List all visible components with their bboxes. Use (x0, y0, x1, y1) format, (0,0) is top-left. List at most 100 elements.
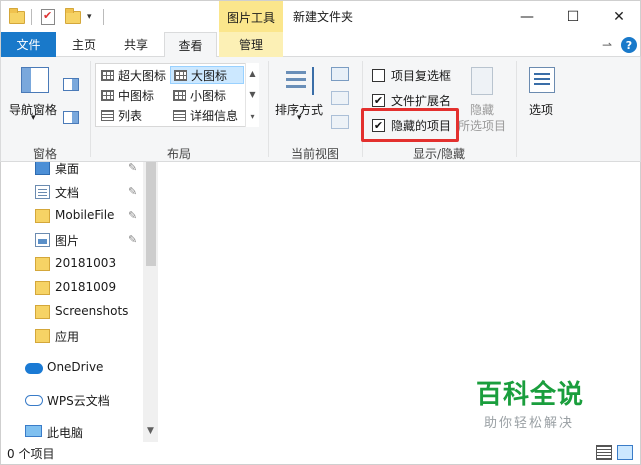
window-title: 新建文件夹 (293, 10, 354, 24)
layout-extra-large-icons[interactable]: 超大图标 (98, 66, 170, 84)
current-view-group-label: 当前视图 (290, 147, 339, 161)
nav-item-wps-cloud[interactable]: WPS云文档 (1, 388, 143, 412)
group-by-icon[interactable] (331, 67, 349, 81)
nav-item-desktop[interactable]: 桌面 ✎ (1, 162, 143, 180)
nav-item-20181009[interactable]: 20181009 (1, 276, 143, 300)
pin-icon[interactable]: ✎ (128, 185, 137, 198)
scroll-down-chevron-icon[interactable]: ▼ (147, 426, 154, 436)
panes-group-label: 窗格 (32, 147, 57, 161)
chevron-up-icon[interactable]: ▲ (249, 69, 255, 78)
customize-toolbar-chevron-down-icon[interactable]: ▾ (87, 7, 92, 27)
close-button[interactable]: ✕ (596, 1, 641, 33)
nav-item-label: MobileFile (55, 208, 115, 222)
nav-pane-scrollbar[interactable]: ▼ (143, 162, 158, 442)
ribbon-tabs: 文件 主页 共享 查看 管理 ⇀ ? (0, 32, 641, 58)
pictures-icon (35, 233, 50, 247)
nav-item-label: Screenshots (55, 304, 129, 318)
nav-item-label: 文档 (55, 186, 80, 200)
size-columns-icon[interactable] (331, 115, 349, 129)
layout-gallery-scroll[interactable]: ▲ ▼ ▾ (245, 63, 259, 127)
help-icon[interactable]: ? (621, 37, 637, 53)
layout-list[interactable]: 列表 (98, 106, 170, 124)
item-checkboxes-checkbox[interactable] (372, 69, 385, 82)
chevron-down-icon[interactable]: ▼ (249, 90, 255, 99)
tab-manage[interactable]: 管理 (219, 32, 283, 57)
watermark-title: 百科全说 (476, 380, 585, 410)
details-icon (173, 109, 186, 121)
status-bar: 0 个项目 (0, 442, 641, 465)
item-count: 0 个项目 (7, 447, 55, 461)
title-separator (103, 7, 104, 27)
layout-medium-label: 中图标 (118, 88, 155, 103)
layout-small-label: 小图标 (190, 88, 227, 103)
tab-home[interactable]: 主页 (59, 32, 109, 57)
options-button[interactable]: 选项 (529, 101, 553, 118)
hide-selected-label-line1[interactable]: 隐藏 (470, 101, 494, 118)
medium-icons-icon (101, 89, 114, 101)
hide-selected-label-line2[interactable]: 所选项目 (458, 117, 506, 134)
nav-item-label: OneDrive (47, 360, 104, 374)
nav-item-label: 应用 (55, 330, 80, 344)
quick-access-folder-icon[interactable] (9, 7, 25, 27)
tab-file[interactable]: 文件 (1, 32, 56, 57)
wps-cloud-icon (25, 395, 43, 406)
navigation-pane-chevron-down-icon[interactable]: ▾ (31, 113, 36, 123)
nav-item-pictures[interactable]: 图片 ✎ (1, 228, 143, 252)
hidden-items-highlight-box (361, 108, 459, 142)
hide-selected-icon[interactable] (471, 67, 493, 95)
expand-gallery-icon[interactable]: ▾ (250, 112, 254, 121)
layout-small-icons[interactable]: 小图标 (170, 86, 244, 104)
file-extensions-checkbox[interactable]: ✔ (372, 94, 385, 107)
scrollbar-thumb[interactable] (146, 162, 156, 266)
properties-icon[interactable] (41, 7, 55, 27)
folder-icon (35, 209, 50, 223)
details-pane-icon[interactable] (63, 111, 79, 124)
large-icons-view-icon[interactable] (617, 445, 633, 460)
pin-icon[interactable]: ✎ (128, 209, 137, 222)
maximize-button[interactable]: ☐ (550, 1, 596, 33)
add-columns-icon[interactable] (331, 91, 349, 105)
quick-access-separator (31, 7, 32, 27)
nav-item-onedrive[interactable]: OneDrive (1, 356, 143, 380)
layout-gallery: 超大图标 大图标 中图标 小图标 列表 详细信息 (95, 63, 259, 127)
item-checkboxes-label[interactable]: 项目复选框 (391, 67, 451, 84)
layout-medium-icons[interactable]: 中图标 (98, 86, 170, 104)
nav-item-label: 桌面 (55, 162, 80, 176)
title-bar: ▾ 图片工具 新建文件夹 — ☐ ✕ (0, 0, 641, 33)
navigation-pane: 桌面 ✎ 文档 ✎ MobileFile ✎ 图片 ✎ 20181003 201… (0, 162, 158, 442)
document-icon (35, 185, 50, 199)
computer-icon (25, 425, 42, 437)
pin-icon[interactable]: ✎ (128, 162, 137, 174)
layout-details-label: 详细信息 (190, 108, 239, 123)
nav-item-20181003[interactable]: 20181003 (1, 252, 143, 276)
new-folder-icon[interactable] (65, 7, 81, 27)
layout-large-icons[interactable]: 大图标 (170, 66, 244, 84)
details-view-icon[interactable] (596, 445, 612, 460)
show-hide-group-label: 显示/隐藏 (412, 147, 466, 161)
layout-extra-large-label: 超大图标 (118, 68, 167, 83)
tab-share[interactable]: 共享 (111, 32, 161, 57)
desktop-icon (35, 162, 50, 175)
preview-pane-icon[interactable] (63, 78, 79, 91)
nav-item-screenshots[interactable]: Screenshots (1, 300, 143, 324)
pin-icon[interactable]: ✎ (128, 233, 137, 246)
nav-item-mobilefile[interactable]: MobileFile ✎ (1, 204, 143, 228)
picture-tools-context-label: 图片工具 (219, 1, 283, 33)
nav-item-documents[interactable]: 文档 ✎ (1, 180, 143, 204)
pin-ribbon-icon[interactable]: ⇀ (597, 32, 617, 57)
file-extensions-label[interactable]: 文件扩展名 (391, 92, 451, 109)
tab-view[interactable]: 查看 (164, 32, 217, 58)
minimize-button[interactable]: — (504, 1, 550, 33)
group-separator (268, 61, 269, 157)
nav-item-this-pc[interactable]: 此电脑 (1, 420, 143, 442)
sort-by-icon[interactable] (286, 67, 314, 95)
nav-item-apps[interactable]: 应用 (1, 324, 143, 348)
extra-large-icons-icon (101, 69, 114, 81)
options-icon[interactable] (529, 67, 555, 93)
navigation-pane-icon[interactable] (21, 67, 49, 93)
nav-item-label: 图片 (55, 234, 80, 248)
nav-item-label: 20181003 (55, 256, 117, 270)
layout-list-label: 列表 (118, 108, 143, 123)
layout-details[interactable]: 详细信息 (170, 106, 244, 124)
sort-by-chevron-down-icon[interactable]: ▾ (297, 113, 302, 123)
